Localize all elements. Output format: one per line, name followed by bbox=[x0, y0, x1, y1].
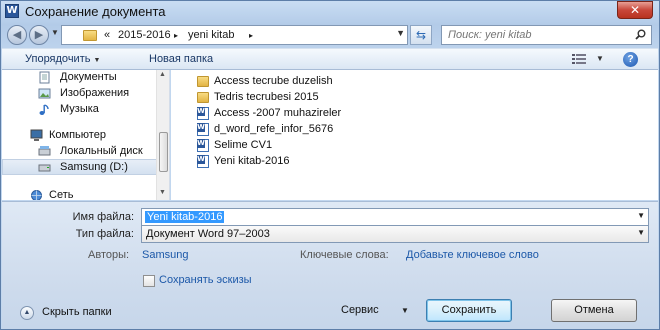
chevron-up-icon[interactable]: ▲ bbox=[20, 306, 34, 320]
file-name: Yeni kitab-2016 bbox=[214, 155, 290, 167]
save-thumbnails-checkbox[interactable] bbox=[143, 275, 155, 287]
close-icon: ✕ bbox=[629, 3, 641, 17]
chevron-down-icon[interactable]: ▼ bbox=[637, 228, 645, 237]
breadcrumb-yeni-kitab[interactable]: yeni kitab bbox=[188, 29, 234, 41]
scroll-down-icon[interactable]: ▼ bbox=[159, 189, 166, 196]
music-icon bbox=[39, 104, 49, 115]
search-icon bbox=[635, 29, 646, 40]
back-arrow-icon: ◀ bbox=[12, 29, 22, 41]
network-icon bbox=[31, 190, 42, 200]
save-options-panel: Имя файла: Yeni kitab-2016 ▼ Тип файла: … bbox=[2, 201, 658, 329]
filename-value: Yeni kitab-2016 bbox=[145, 211, 225, 223]
sidebar-item-label: Музыка bbox=[60, 103, 99, 115]
filename-label: Имя файла: bbox=[72, 211, 134, 223]
sidebar-item-pictures[interactable]: Изображения bbox=[2, 86, 157, 102]
view-options-icon[interactable] bbox=[572, 54, 586, 64]
keywords-label: Ключевые слова: bbox=[300, 249, 389, 261]
address-dropdown-arrow[interactable]: ▼ bbox=[396, 28, 405, 38]
help-icon[interactable]: ? bbox=[623, 52, 638, 67]
filetype-value: Документ Word 97–2003 bbox=[146, 228, 270, 240]
view-dropdown-arrow[interactable]: ▼ bbox=[596, 54, 604, 63]
filename-field[interactable]: Yeni kitab-2016 ▼ bbox=[141, 208, 649, 226]
keywords-value[interactable]: Добавьте ключевое слово bbox=[406, 249, 539, 261]
new-folder-button[interactable]: Новая папка bbox=[149, 53, 213, 65]
folder-icon bbox=[197, 92, 209, 103]
word-document-icon bbox=[197, 107, 209, 120]
authors-value[interactable]: Samsung bbox=[142, 249, 188, 261]
scroll-up-icon[interactable]: ▲ bbox=[159, 71, 166, 78]
refresh-icon: ⇆ bbox=[415, 28, 427, 42]
organize-label: Упорядочить bbox=[25, 53, 91, 65]
title-bar: W Сохранение документа ✕ bbox=[1, 1, 659, 23]
save-dialog: W Сохранение документа ✕ ◀ ▶ ▼ « 2015-20… bbox=[0, 0, 660, 330]
sidebar-item-samsung-d[interactable]: Samsung (D:) bbox=[2, 159, 157, 175]
file-list: Access tecrube duzelish Tedris tecrubesi… bbox=[171, 70, 658, 200]
hide-folders-button[interactable]: Скрыть папки bbox=[42, 306, 112, 318]
file-name: d_word_refe_infor_5676 bbox=[214, 123, 334, 135]
forward-button[interactable]: ▶ bbox=[29, 25, 49, 45]
window-title: Сохранение документа bbox=[25, 4, 166, 19]
folder-icon bbox=[83, 30, 97, 41]
word-document-icon bbox=[197, 139, 209, 152]
sidebar-item-label: Сеть bbox=[49, 189, 74, 200]
word-document-icon bbox=[197, 123, 209, 136]
word-app-icon: W bbox=[5, 4, 19, 18]
breadcrumb-separator[interactable]: ▸ bbox=[174, 31, 178, 40]
pictures-icon bbox=[38, 88, 51, 99]
refresh-button[interactable]: ⇆ bbox=[410, 25, 432, 45]
file-name: Selime CV1 bbox=[214, 139, 273, 151]
search-box[interactable] bbox=[441, 25, 652, 45]
filetype-select[interactable]: Документ Word 97–2003 ▼ bbox=[141, 225, 649, 243]
address-bar[interactable]: « 2015-2016 ▸ yeni kitab ▸ ▼ bbox=[61, 25, 408, 45]
documents-icon bbox=[39, 71, 50, 84]
breadcrumb-2015-2016[interactable]: 2015-2016 bbox=[118, 29, 171, 41]
chevron-down-icon[interactable]: ▼ bbox=[637, 211, 645, 220]
breadcrumb-separator[interactable]: ▸ bbox=[249, 31, 253, 40]
recent-pages-dropdown[interactable]: ▼ bbox=[51, 28, 59, 37]
close-button[interactable]: ✕ bbox=[617, 1, 653, 19]
file-name: Tedris tecrubesi 2015 bbox=[214, 91, 319, 103]
sidebar-scrollbar[interactable]: ▲ ▼ bbox=[156, 70, 169, 200]
forward-arrow-icon: ▶ bbox=[34, 29, 44, 41]
save-button[interactable]: Сохранить bbox=[426, 299, 512, 322]
command-toolbar: Упорядочить ▼ Новая папка ▼ ? bbox=[2, 48, 658, 70]
cancel-button[interactable]: Отмена bbox=[551, 299, 637, 322]
sidebar-item-network[interactable]: Сеть bbox=[2, 188, 157, 200]
sidebar-item-music[interactable]: Музыка bbox=[2, 102, 157, 118]
authors-label: Авторы: bbox=[88, 249, 130, 261]
sidebar-item-label: Документы bbox=[60, 71, 117, 83]
word-document-icon bbox=[197, 155, 209, 168]
filetype-label: Тип файла: bbox=[75, 228, 134, 240]
folder-icon bbox=[197, 76, 209, 87]
sidebar-item-local-disk[interactable]: Локальный диск bbox=[2, 144, 157, 160]
sidebar-item-label: Изображения bbox=[60, 87, 130, 99]
sidebar-item-label: Компьютер bbox=[49, 129, 106, 141]
search-input[interactable] bbox=[448, 29, 628, 41]
back-button[interactable]: ◀ bbox=[7, 25, 27, 45]
breadcrumb-overflow[interactable]: « bbox=[104, 29, 110, 41]
sidebar-item-label: Samsung (D:) bbox=[60, 161, 128, 173]
chevron-down-icon[interactable]: ▼ bbox=[401, 306, 409, 315]
organize-button[interactable]: Упорядочить ▼ bbox=[25, 53, 100, 65]
sidebar-item-documents[interactable]: Документы bbox=[2, 70, 157, 86]
save-thumbnails-label[interactable]: Сохранять эскизы bbox=[159, 274, 252, 286]
sidebar-item-computer[interactable]: Компьютер bbox=[2, 128, 157, 144]
scrollbar-thumb[interactable] bbox=[159, 132, 168, 172]
computer-icon bbox=[30, 129, 43, 141]
drive-icon bbox=[38, 164, 51, 172]
chevron-down-icon: ▼ bbox=[93, 57, 101, 64]
file-name: Access -2007 muhazireler bbox=[214, 107, 342, 119]
tools-button[interactable]: Сервис bbox=[341, 304, 379, 316]
sidebar-item-label: Локальный диск bbox=[60, 145, 143, 157]
file-name: Access tecrube duzelish bbox=[214, 75, 333, 87]
drive-icon bbox=[38, 146, 51, 156]
address-row: ◀ ▶ ▼ « 2015-2016 ▸ yeni kitab ▸ ▼ ⇆ bbox=[1, 23, 659, 47]
navigation-pane: Документы Изображения Музыка Компьютер Л… bbox=[2, 70, 170, 200]
